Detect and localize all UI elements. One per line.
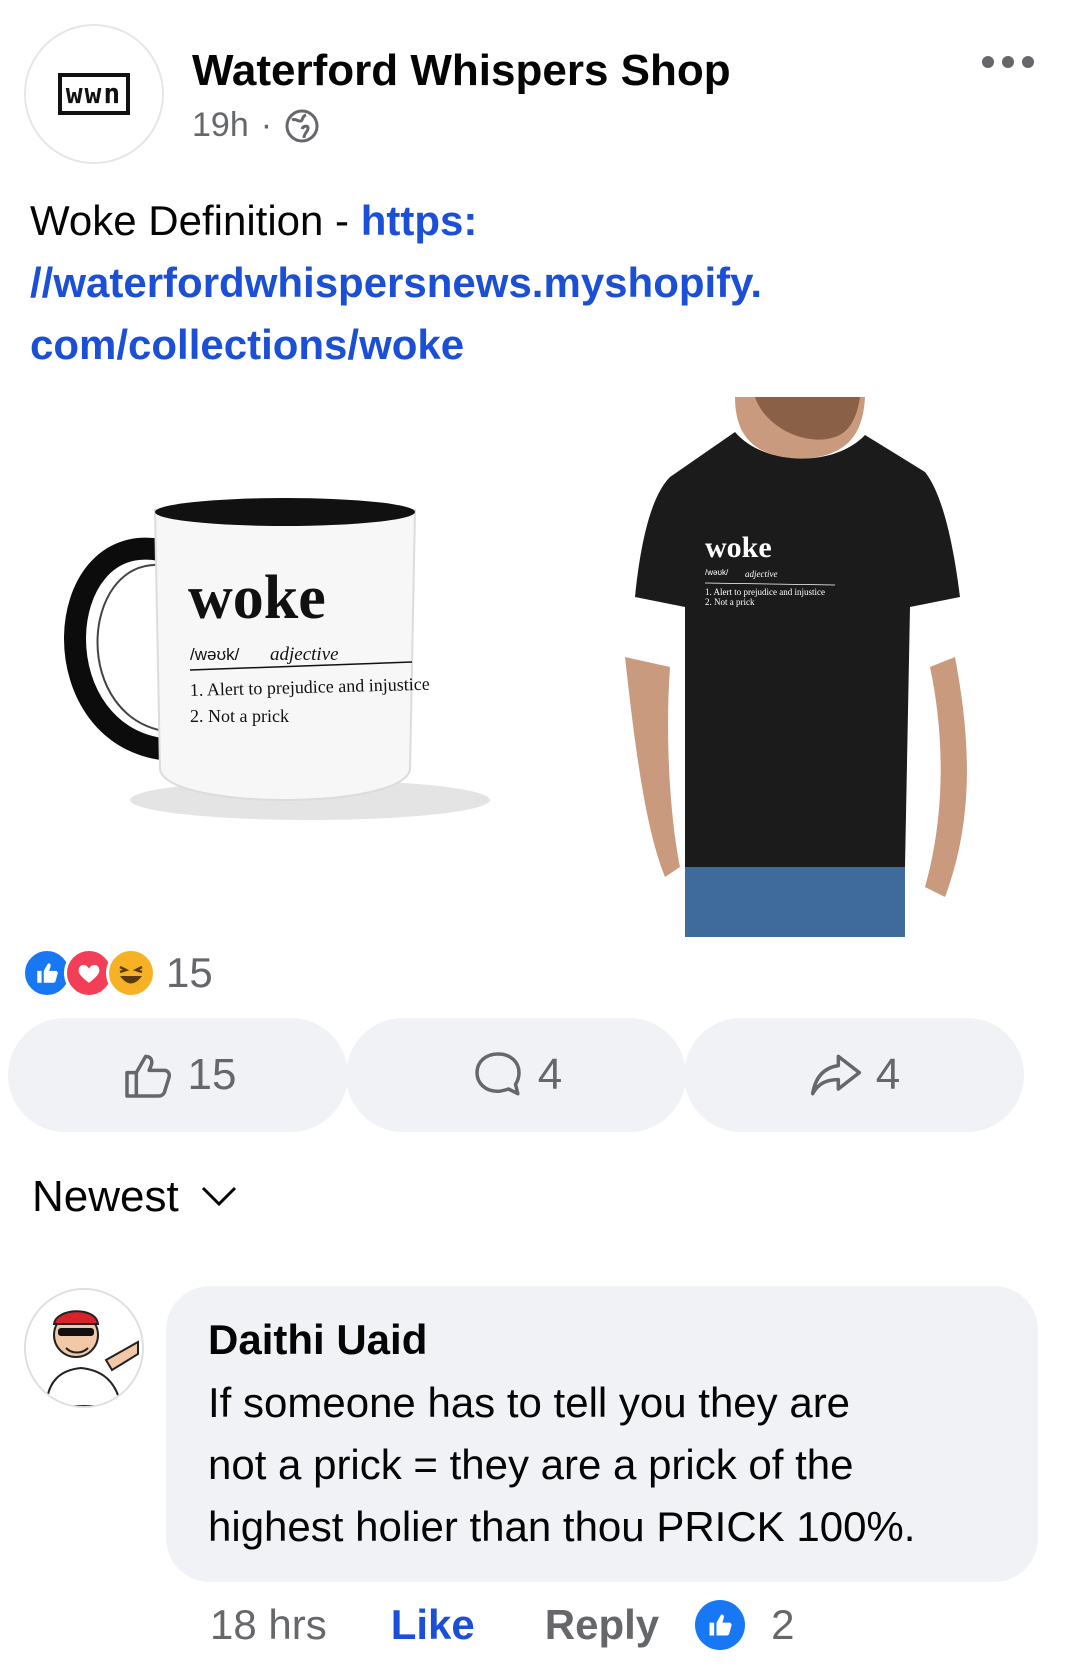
mug-def-2: 2. Not a prick [190,706,289,726]
post-link-line-3: com/collections/woke [30,321,465,368]
more-options-button[interactable] [982,56,1034,68]
reactions-summary[interactable]: 15 [22,948,213,998]
like-icon [695,1600,746,1650]
comment-button[interactable]: 4 [346,1018,686,1132]
thumbs-up-icon [124,1054,171,1098]
shirt-def-1: 1. Alert to prejudice and injustice [705,587,825,597]
comment-author[interactable]: Daithi Uaid [208,1312,996,1368]
sort-label: Newest [32,1172,179,1221]
comment-text: If someone has to tell you they are not … [208,1372,996,1558]
mug-word: woke [188,564,326,632]
globe-icon [285,109,319,142]
dot-icon [982,56,994,68]
haha-icon [106,948,156,998]
page-avatar[interactable]: wwn [24,24,164,164]
mug-image[interactable]: woke /wəʊk/ adjective 1. Alert to prejud… [40,470,490,870]
like-button[interactable]: 15 [8,1018,348,1132]
post-meta: 19h · [192,106,320,145]
post-text-prefix: Woke Definition - [30,197,361,244]
dot-icon [1002,56,1014,68]
mug-phonetic: /wəʊk/ [190,645,240,664]
comment-time[interactable]: 18 hrs [210,1601,327,1649]
comment-count: 4 [537,1050,563,1099]
mug-pos: adjective [270,644,339,665]
dot-icon [1022,56,1034,68]
comment-reply-button[interactable]: Reply [545,1601,659,1649]
comment-text-line-1: If someone has to tell you they are [208,1379,851,1426]
comment-like-button[interactable]: Like [391,1601,475,1649]
page-logo: wwn [57,73,131,115]
post-link-line-1: https: [360,197,478,244]
tshirt-image[interactable]: woke /wəʊk/ adjective 1. Alert to prejud… [625,397,995,937]
comment-icon [475,1052,521,1096]
shirt-phonetic: /wəʊk/ [705,568,729,577]
post-link-line-2: //waterfordwhispersnews.myshopify. [30,259,763,306]
shirt-pos: adjective [745,569,777,579]
post-time[interactable]: 19h [192,106,249,145]
chevron-down-icon [201,1186,236,1207]
reactions-count: 15 [166,949,213,996]
share-icon [810,1054,861,1096]
like-count: 15 [187,1050,237,1099]
share-button[interactable]: 4 [684,1018,1024,1132]
meta-separator: · [260,106,273,144]
share-count: 4 [875,1050,901,1099]
comment-like-count[interactable]: 2 [771,1601,794,1649]
commenter-avatar[interactable] [24,1288,144,1408]
comment-footer: 18 hrs Like Reply 2 [210,1600,795,1650]
page-name[interactable]: Waterford Whispers Shop [192,46,731,96]
post-text: Woke Definition - https: //waterfordwhisp… [30,190,1040,376]
comment-bubble: Daithi Uaid If someone has to tell you t… [166,1286,1038,1582]
shirt-def-2: 2. Not a prick [705,597,755,607]
comment-text-line-3: highest holier than thou PRICK 100%. [208,1503,916,1550]
shirt-word: woke [705,531,772,564]
comment-text-line-2: not a prick = they are a prick of the [208,1441,854,1488]
comment-sort-dropdown[interactable]: Newest [32,1172,239,1222]
